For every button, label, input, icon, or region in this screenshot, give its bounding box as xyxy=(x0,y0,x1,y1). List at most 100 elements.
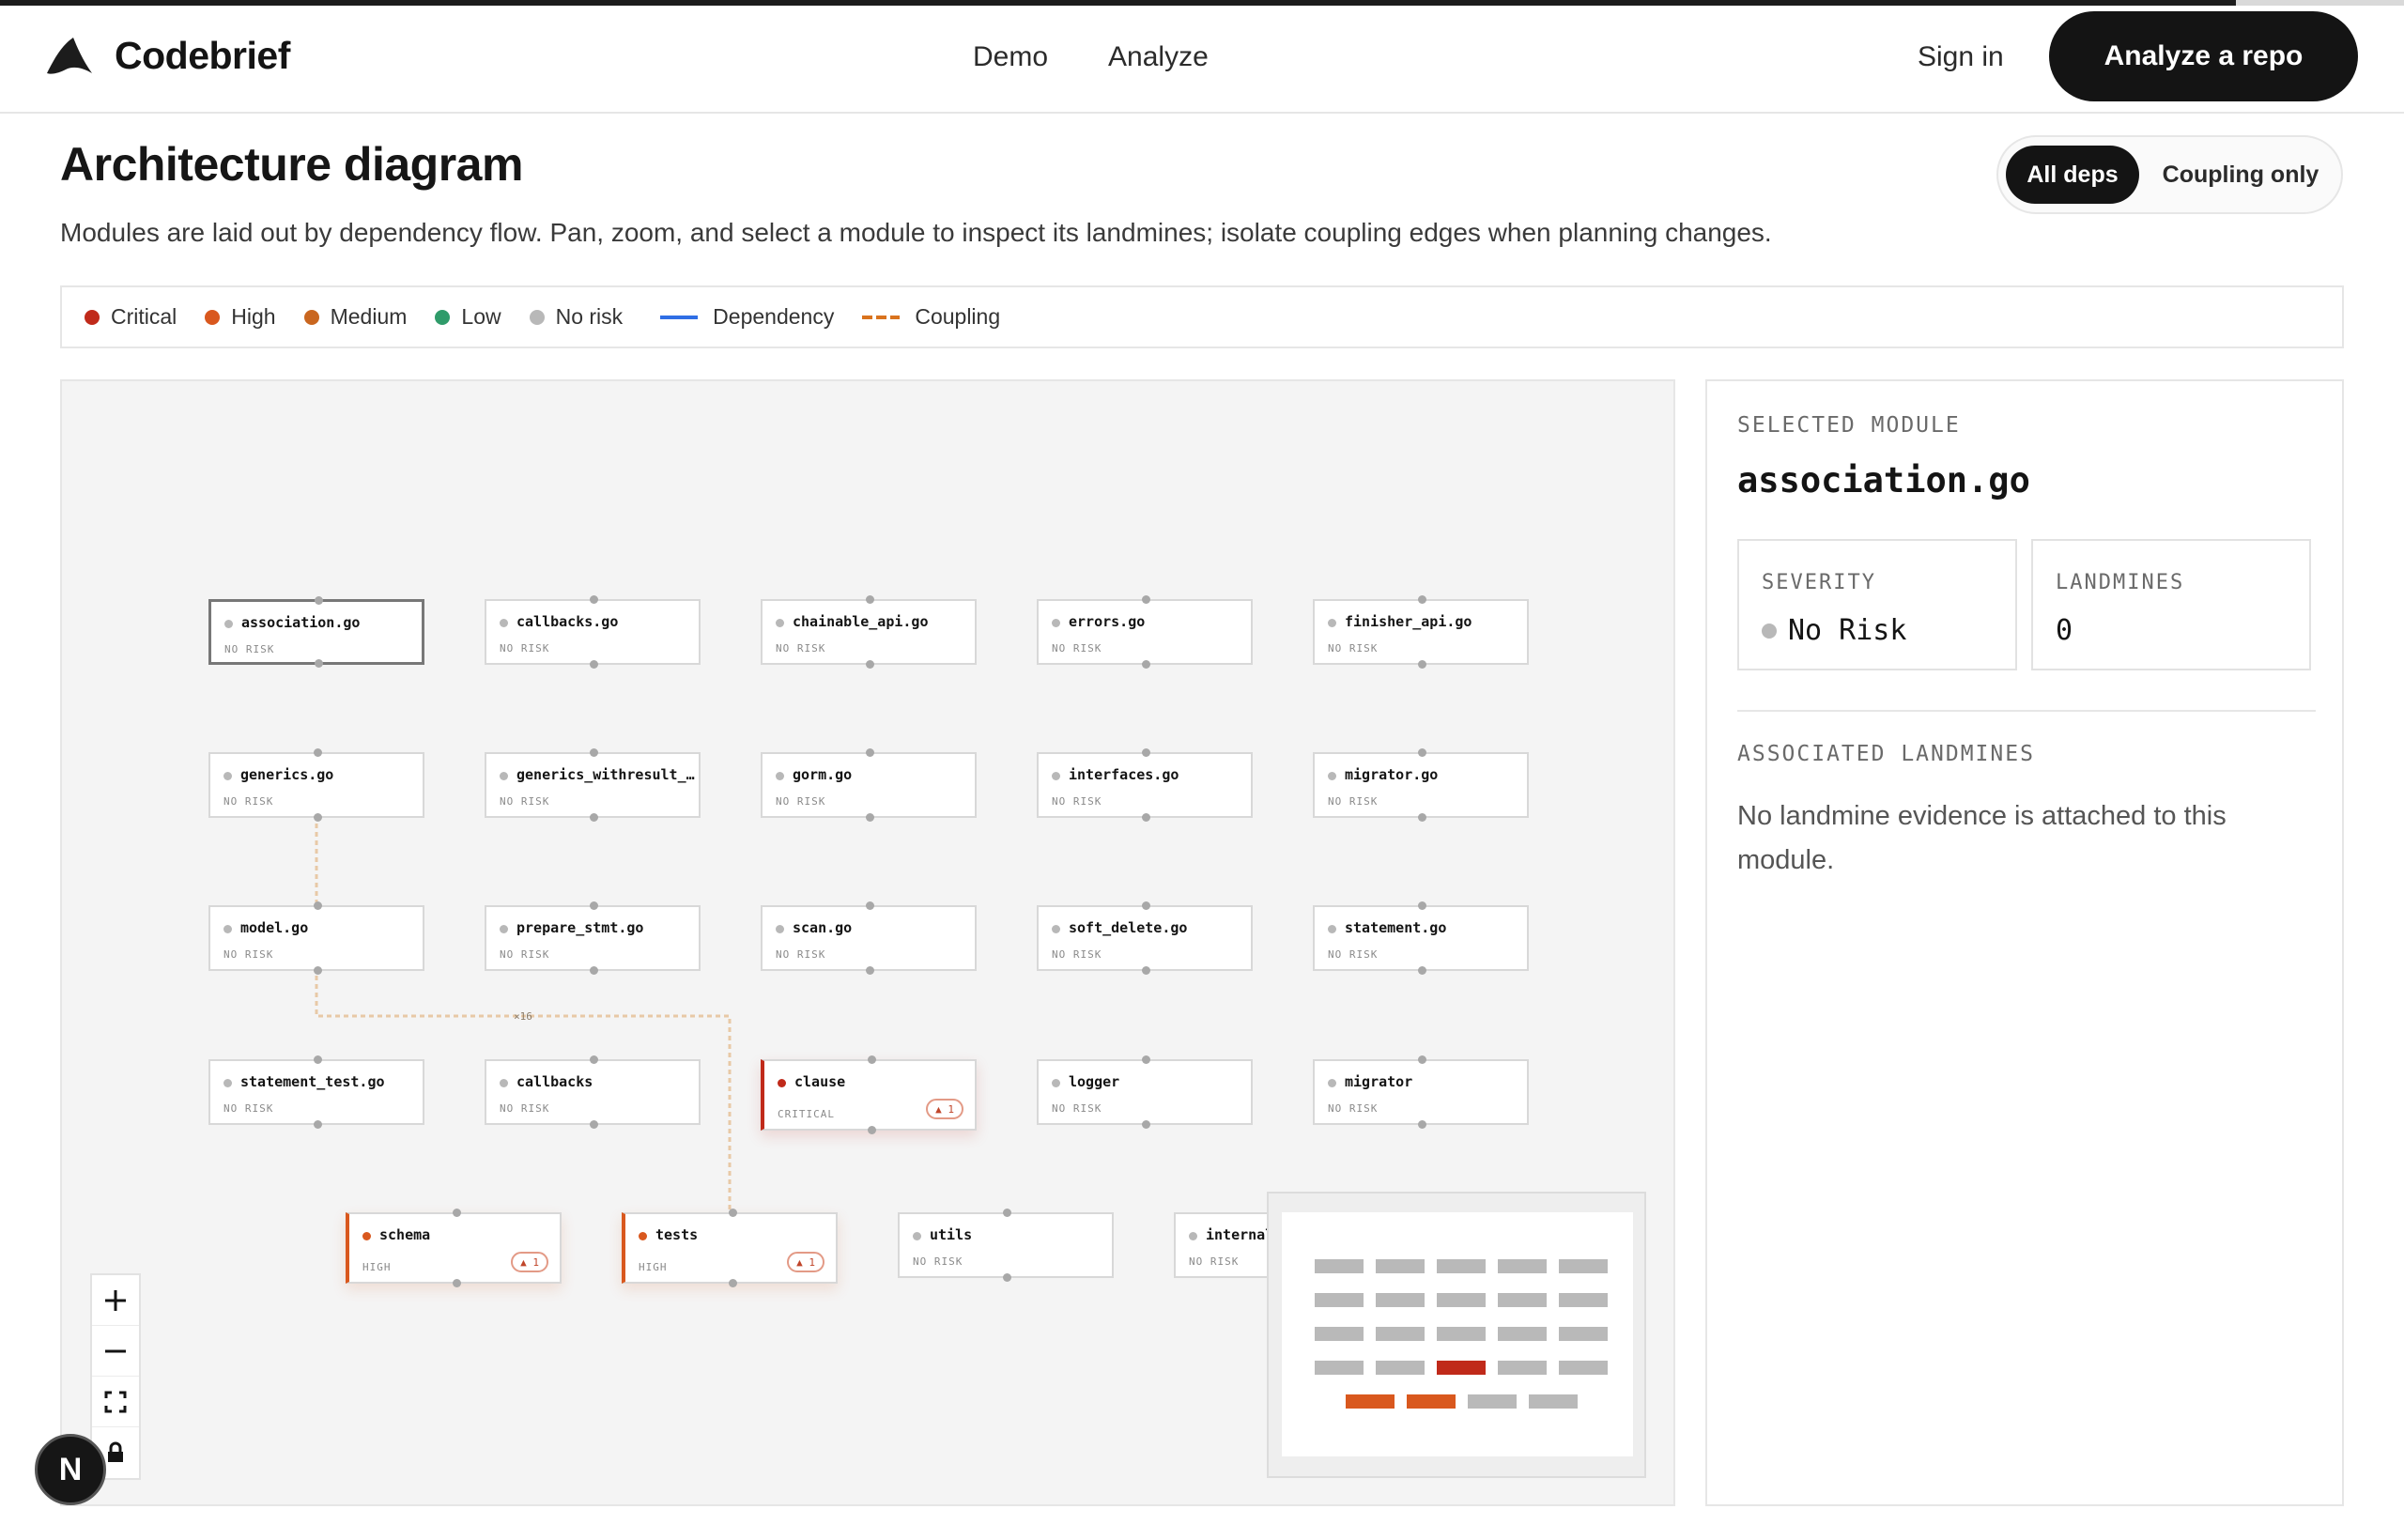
node-port-top[interactable] xyxy=(1418,901,1426,910)
legend-coupling-label: Coupling xyxy=(915,304,1001,329)
zoom-in-button[interactable] xyxy=(92,1275,139,1326)
node-port-top[interactable] xyxy=(590,1055,598,1064)
node-port-bottom[interactable] xyxy=(1418,966,1426,975)
node-port-top[interactable] xyxy=(1142,595,1150,604)
module-node[interactable]: errors.go NO RISK xyxy=(1037,595,1253,669)
toggle-coupling-only[interactable]: Coupling only xyxy=(2147,146,2335,204)
module-node[interactable]: statement.go NO RISK xyxy=(1313,901,1529,975)
module-node[interactable]: migrator.go NO RISK xyxy=(1313,748,1529,822)
module-node[interactable]: scan.go NO RISK xyxy=(761,901,977,975)
module-node[interactable]: model.go NO RISK xyxy=(208,901,424,975)
node-port-top[interactable] xyxy=(1418,748,1426,757)
module-node-name: schema xyxy=(379,1226,431,1243)
sign-in-link[interactable]: Sign in xyxy=(1918,41,2004,73)
node-port-bottom[interactable] xyxy=(866,660,874,669)
minimap-node xyxy=(1437,1293,1486,1307)
node-port-top[interactable] xyxy=(1142,901,1150,910)
node-port-bottom[interactable] xyxy=(590,660,598,669)
node-port-top[interactable] xyxy=(866,748,874,757)
node-port-top[interactable] xyxy=(729,1209,737,1217)
module-node[interactable]: finisher_api.go NO RISK xyxy=(1313,595,1529,669)
node-port-bottom[interactable] xyxy=(314,813,322,822)
module-node[interactable]: migrator NO RISK xyxy=(1313,1055,1529,1129)
legend-coupling: Coupling xyxy=(862,304,1000,330)
node-port-bottom[interactable] xyxy=(868,1126,876,1134)
node-port-bottom[interactable] xyxy=(590,966,598,975)
node-port-bottom[interactable] xyxy=(1142,660,1150,669)
dependency-line-icon xyxy=(660,315,699,319)
module-node[interactable]: callbacks NO RISK xyxy=(485,1055,701,1129)
node-port-top[interactable] xyxy=(314,748,322,757)
module-node[interactable]: gorm.go NO RISK xyxy=(761,748,977,822)
node-port-bottom[interactable] xyxy=(314,966,322,975)
module-node[interactable]: soft_delete.go NO RISK xyxy=(1037,901,1253,975)
node-port-top[interactable] xyxy=(314,1055,322,1064)
node-port-bottom[interactable] xyxy=(1418,813,1426,822)
module-node[interactable]: prepare_stmt.go NO RISK xyxy=(485,901,701,975)
node-port-top[interactable] xyxy=(314,901,322,910)
node-port-top[interactable] xyxy=(1142,748,1150,757)
landmine-count-badge: ▲ 1 xyxy=(787,1252,824,1272)
node-port-top[interactable] xyxy=(590,901,598,910)
node-port-top[interactable] xyxy=(866,595,874,604)
minimap-node xyxy=(1315,1259,1364,1273)
module-node[interactable]: clause CRITICAL ▲ 1 xyxy=(761,1055,977,1134)
module-node[interactable]: callbacks.go NO RISK xyxy=(485,595,701,669)
node-port-bottom[interactable] xyxy=(590,813,598,822)
analyze-repo-button[interactable]: Analyze a repo xyxy=(2049,11,2358,101)
risk-dot-icon xyxy=(1328,772,1336,780)
module-node[interactable]: association.go NO RISK xyxy=(208,596,424,668)
module-node[interactable]: interfaces.go NO RISK xyxy=(1037,748,1253,822)
node-port-top[interactable] xyxy=(1418,595,1426,604)
zoom-out-button[interactable] xyxy=(92,1326,139,1377)
brand[interactable]: Codebrief xyxy=(45,34,290,78)
node-port-bottom[interactable] xyxy=(866,966,874,975)
node-port-bottom[interactable] xyxy=(1418,1120,1426,1129)
node-port-top[interactable] xyxy=(315,596,323,605)
node-port-top[interactable] xyxy=(590,748,598,757)
module-node[interactable]: logger NO RISK xyxy=(1037,1055,1253,1129)
node-port-bottom[interactable] xyxy=(1142,1120,1150,1129)
risk-dot-icon xyxy=(1052,619,1060,627)
node-port-top[interactable] xyxy=(868,1055,876,1064)
module-node[interactable]: statement_test.go NO RISK xyxy=(208,1055,424,1129)
module-node[interactable]: generics_withresult_… NO RISK xyxy=(485,748,701,822)
node-port-top[interactable] xyxy=(1418,1055,1426,1064)
node-port-bottom[interactable] xyxy=(866,813,874,822)
risk-dot-icon xyxy=(1328,1079,1336,1087)
node-port-bottom[interactable] xyxy=(315,659,323,668)
node-port-bottom[interactable] xyxy=(729,1279,737,1287)
minimap[interactable] xyxy=(1267,1192,1646,1478)
module-node-name: statement.go xyxy=(1345,919,1447,936)
node-port-top[interactable] xyxy=(866,901,874,910)
node-port-bottom[interactable] xyxy=(453,1279,461,1287)
node-port-top[interactable] xyxy=(453,1209,461,1217)
module-node[interactable]: generics.go NO RISK xyxy=(208,748,424,822)
node-port-bottom[interactable] xyxy=(1003,1273,1011,1282)
module-node-risk: NO RISK xyxy=(223,795,274,808)
toggle-all-deps[interactable]: All deps xyxy=(2006,146,2139,204)
node-port-bottom[interactable] xyxy=(1418,660,1426,669)
node-port-bottom[interactable] xyxy=(590,1120,598,1129)
module-node[interactable]: chainable_api.go NO RISK xyxy=(761,595,977,669)
module-node-name: interfaces.go xyxy=(1069,766,1179,783)
node-port-top[interactable] xyxy=(590,595,598,604)
diagram-canvas[interactable]: ×16 association.go NO RISK callbacks.go NO … xyxy=(60,379,1675,1506)
risk-dot-icon xyxy=(778,1079,786,1087)
module-node[interactable]: utils NO RISK xyxy=(898,1209,1114,1282)
node-port-top[interactable] xyxy=(1003,1209,1011,1217)
module-node[interactable]: tests HIGH ▲ 1 xyxy=(622,1209,838,1287)
edge-count-label: ×16 xyxy=(514,1010,532,1023)
module-node[interactable]: schema HIGH ▲ 1 xyxy=(346,1209,562,1287)
legend-low-label: Low xyxy=(461,304,501,329)
framework-badge[interactable]: N xyxy=(35,1434,106,1505)
nav-demo[interactable]: Demo xyxy=(973,41,1048,73)
node-port-bottom[interactable] xyxy=(1142,813,1150,822)
nav-analyze[interactable]: Analyze xyxy=(1108,41,1209,73)
fit-view-button[interactable] xyxy=(92,1377,139,1427)
node-port-bottom[interactable] xyxy=(314,1120,322,1129)
node-port-bottom[interactable] xyxy=(1142,966,1150,975)
risk-dot-icon xyxy=(224,620,233,628)
module-node-risk: NO RISK xyxy=(223,948,274,961)
node-port-top[interactable] xyxy=(1142,1055,1150,1064)
